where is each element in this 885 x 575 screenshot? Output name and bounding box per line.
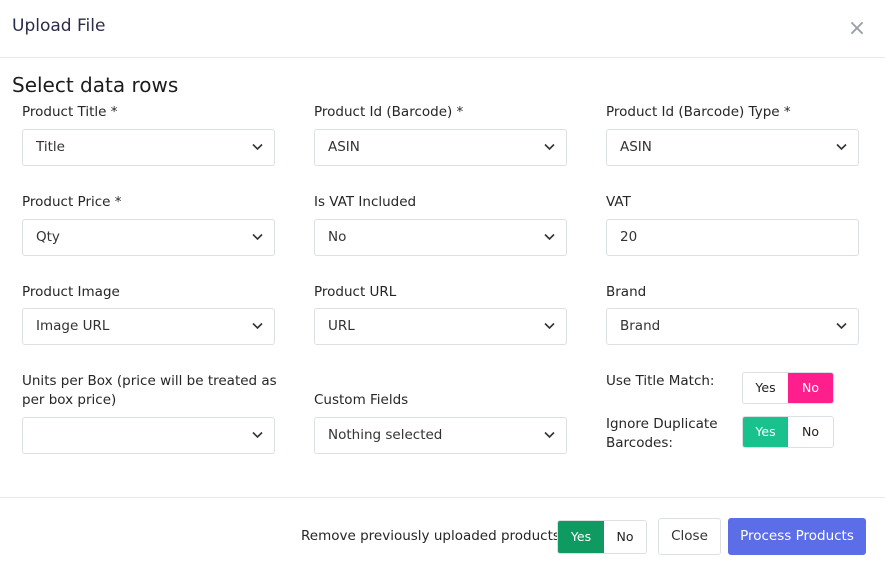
- chevron-down-icon: [544, 130, 556, 165]
- process-products-button[interactable]: Process Products: [728, 518, 866, 555]
- units-per-box-label-line2: per box price): [22, 392, 117, 408]
- ignore-duplicates-toggle: Yes No: [742, 416, 834, 448]
- product-url-select[interactable]: URL: [314, 308, 567, 345]
- use-title-match-toggle: Yes No: [742, 372, 834, 404]
- units-per-box-select[interactable]: [22, 417, 275, 454]
- use-title-match-no[interactable]: No: [788, 373, 833, 403]
- custom-fields-label: Custom Fields: [314, 392, 409, 408]
- product-id-type-select[interactable]: ASIN: [606, 129, 859, 166]
- chevron-down-icon: [252, 130, 264, 165]
- product-id-type-value: ASIN: [620, 139, 652, 155]
- product-image-value: Image URL: [36, 318, 110, 334]
- vat-included-label: Is VAT Included: [314, 194, 417, 210]
- product-image-select[interactable]: Image URL: [22, 308, 275, 345]
- product-url-label: Product URL: [314, 284, 397, 300]
- chevron-down-icon: [252, 418, 264, 453]
- brand-value: Brand: [620, 318, 661, 334]
- close-icon[interactable]: ×: [847, 18, 867, 40]
- use-title-match-label: Use Title Match:: [606, 373, 715, 389]
- product-id-type-label: Product Id (Barcode) Type *: [606, 104, 791, 120]
- product-url-value: URL: [328, 318, 355, 334]
- vat-input[interactable]: 20: [606, 219, 859, 256]
- section-title: Select data rows: [12, 73, 179, 97]
- vat-included-value: No: [328, 229, 347, 245]
- chevron-down-icon: [252, 309, 264, 344]
- remove-previous-toggle: Yes No: [557, 520, 647, 554]
- brand-label: Brand: [606, 284, 647, 300]
- remove-previous-no[interactable]: No: [604, 521, 646, 553]
- product-price-label: Product Price *: [22, 194, 122, 210]
- modal-header: Upload File ×: [0, 0, 885, 58]
- custom-fields-value: Nothing selected: [328, 427, 443, 443]
- remove-previous-yes[interactable]: Yes: [558, 521, 604, 553]
- chevron-down-icon: [252, 220, 264, 255]
- custom-fields-select[interactable]: Nothing selected: [314, 417, 567, 454]
- use-title-match-yes[interactable]: Yes: [743, 373, 788, 403]
- product-title-label: Product Title *: [22, 104, 118, 120]
- product-id-value: ASIN: [328, 139, 360, 155]
- vat-included-select[interactable]: No: [314, 219, 567, 256]
- product-title-select[interactable]: Title: [22, 129, 275, 166]
- product-id-label: Product Id (Barcode) *: [314, 104, 464, 120]
- ignore-duplicates-label-line1: Ignore Duplicate: [606, 416, 718, 432]
- chevron-down-icon: [544, 418, 556, 453]
- units-per-box-label-line1: Units per Box (price will be treated as: [22, 373, 277, 389]
- modal-title: Upload File: [12, 16, 106, 36]
- vat-label: VAT: [606, 194, 631, 210]
- remove-previous-label: Remove previously uploaded products:: [301, 528, 565, 544]
- chevron-down-icon: [544, 309, 556, 344]
- product-price-select[interactable]: Qty: [22, 219, 275, 256]
- close-button[interactable]: Close: [658, 518, 721, 555]
- product-price-value: Qty: [36, 229, 60, 245]
- product-id-select[interactable]: ASIN: [314, 129, 567, 166]
- chevron-down-icon: [544, 220, 556, 255]
- chevron-down-icon: [836, 130, 848, 165]
- chevron-down-icon: [836, 309, 848, 344]
- vat-value: 20: [620, 229, 638, 245]
- brand-select[interactable]: Brand: [606, 308, 859, 345]
- ignore-duplicates-yes[interactable]: Yes: [743, 417, 788, 447]
- ignore-duplicates-label-line2: Barcodes:: [606, 435, 673, 451]
- product-title-value: Title: [36, 139, 65, 155]
- product-image-label: Product Image: [22, 284, 120, 300]
- ignore-duplicates-no[interactable]: No: [788, 417, 833, 447]
